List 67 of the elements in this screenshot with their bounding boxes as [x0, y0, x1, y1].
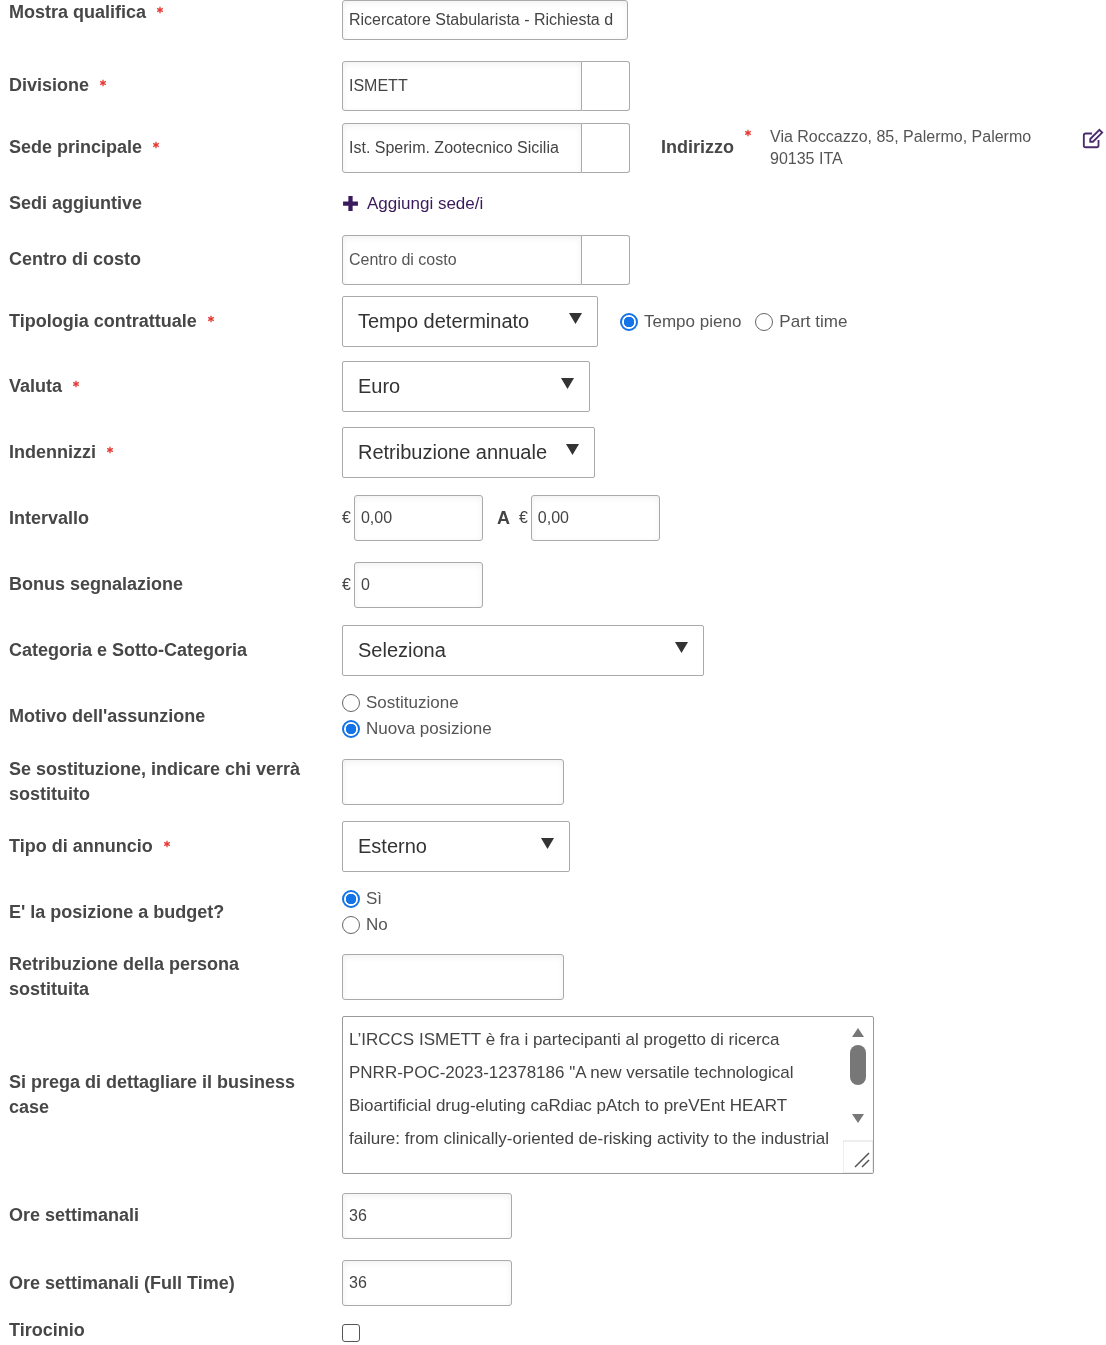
- option-label: Sostituzione: [366, 693, 459, 713]
- field-label: Mostra qualifica: [9, 1, 147, 24]
- field-label: Tirocinio: [9, 1319, 85, 1342]
- radio-button[interactable]: [755, 312, 774, 331]
- input-field[interactable]: 0,00: [353, 495, 483, 541]
- field-label: E' la posizione a budget?: [9, 900, 225, 924]
- currency-symbol: €: [342, 509, 351, 527]
- checkbox[interactable]: [342, 1323, 360, 1342]
- option-label: No: [366, 915, 388, 935]
- input-field[interactable]: Ricercatore Stabularista - Richiesta d: [342, 0, 628, 40]
- field-label: Sede principale: [9, 136, 143, 159]
- input-field[interactable]: ISMETT: [342, 60, 582, 111]
- field-label: Indennizzi: [9, 440, 96, 464]
- field-label: Intervallo: [9, 506, 90, 530]
- plus-icon: [342, 195, 359, 212]
- dropdown[interactable]: Tempo determinato: [342, 296, 598, 347]
- option-label: Tempo pieno: [644, 311, 742, 332]
- input-field[interactable]: 0,00: [530, 495, 660, 541]
- caret-icon: [561, 378, 574, 389]
- radio-button[interactable]: [342, 890, 360, 908]
- field-label: Tipo di annuncio: [9, 835, 153, 858]
- field-label: Ore settimanali: [9, 1204, 140, 1227]
- input-field[interactable]: [342, 758, 564, 805]
- radio-button[interactable]: [342, 694, 360, 712]
- caret-icon: [569, 313, 582, 324]
- field-label: Tipologia contrattuale: [9, 310, 197, 333]
- range-separator: A: [496, 507, 510, 529]
- field-label: Sedi aggiuntive: [9, 192, 143, 215]
- field-label: Centro di costo: [9, 248, 141, 271]
- caret-icon: [541, 838, 554, 849]
- input-field[interactable]: 36: [342, 1192, 512, 1239]
- option-label: Sì: [366, 889, 383, 909]
- dropdown[interactable]: Esterno: [342, 821, 570, 872]
- textarea-field[interactable]: L’IRCCS ISMETT è fra i partecipanti al progetto di ricerca PNRR-POC-2023-12378186 "A new versatile technological Bioartificial drug-eluting caRdiac pAtch to preVEnt HEART failure: from clinically-oriented de-risking activity to the industrial: [342, 1015, 874, 1174]
- field-label: Valuta: [9, 375, 63, 398]
- field-label: Ore settimanali (Full Time): [9, 1271, 235, 1295]
- lookup-button[interactable]: [582, 60, 630, 111]
- lookup-button[interactable]: [582, 122, 630, 173]
- currency-symbol: €: [518, 509, 528, 527]
- option-label: Part time: [779, 311, 848, 332]
- currency-symbol: €: [342, 575, 351, 594]
- field-label: Categoria e Sotto-Categoria: [9, 639, 248, 662]
- edit-icon[interactable]: [1082, 127, 1104, 150]
- radio-button[interactable]: [342, 720, 360, 738]
- input-field[interactable]: Ist. Sperim. Zootecnico Sicilia: [342, 122, 582, 173]
- dropdown[interactable]: Retribuzione annuale: [342, 426, 595, 478]
- radio-button[interactable]: [342, 916, 360, 934]
- field-label: Motivo dell'assunzione: [9, 704, 206, 728]
- input-field[interactable]: 0: [353, 561, 483, 608]
- field-label: Se sostituzione, indicare chi verrà sostituito: [9, 757, 302, 806]
- option-label: Nuova posizione: [366, 719, 492, 739]
- caret-icon: [566, 443, 579, 455]
- dropdown[interactable]: Euro: [342, 361, 590, 412]
- field-label: Divisione: [9, 74, 90, 97]
- input-field[interactable]: 36: [342, 1260, 512, 1306]
- lookup-button[interactable]: [582, 234, 630, 285]
- address-text: Via Roccazzo, 85, Palermo, Palermo 90135 ITA: [770, 126, 1033, 169]
- field-label: Retribuzione della persona sostituita: [9, 952, 241, 1001]
- input-field[interactable]: Centro di costo: [342, 234, 582, 285]
- input-field[interactable]: [342, 953, 564, 1000]
- radio-button[interactable]: [620, 312, 638, 331]
- caret-icon: [675, 642, 688, 653]
- dropdown[interactable]: Seleziona: [342, 625, 704, 676]
- field-label: Si prega di dettagliare il business case: [9, 1070, 297, 1119]
- field-label: Indirizzo: [661, 136, 734, 159]
- add-link[interactable]: Aggiungi sede/i: [342, 193, 484, 214]
- field-label: Bonus segnalazione: [9, 573, 184, 596]
